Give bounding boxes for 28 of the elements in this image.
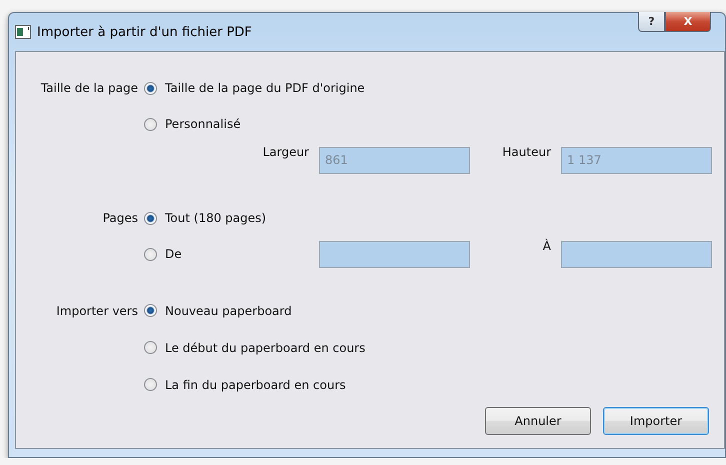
radio-button[interactable] <box>144 82 157 94</box>
help-button[interactable]: ? <box>638 12 665 32</box>
field-label: Hauteur <box>501 145 552 159</box>
radio-option[interactable]: Taille de la page du PDF d'origine <box>144 81 365 95</box>
dialog-button[interactable]: Annuler <box>485 407 591 435</box>
input-field[interactable] <box>319 240 470 268</box>
close-button[interactable]: X <box>665 12 711 32</box>
window-title: Importer à partir d'un fichier PDF <box>37 24 252 40</box>
radio-button[interactable] <box>144 118 157 130</box>
radio-option[interactable]: Personnalisé <box>144 117 241 131</box>
radio-button[interactable] <box>144 212 157 224</box>
radio-option[interactable]: La fin du paperboard en cours <box>144 378 346 392</box>
field-label: Largeur <box>262 145 310 159</box>
section-label: Pages <box>102 211 139 225</box>
radio-option[interactable]: Tout (180 pages) <box>144 211 266 225</box>
dialog-button[interactable]: Importer <box>603 407 709 435</box>
radio-option[interactable]: Le début du paperboard en cours <box>144 340 366 354</box>
field-label: À <box>542 239 552 253</box>
app-icon <box>15 25 31 39</box>
input-field[interactable] <box>561 240 712 268</box>
section-label: Taille de la page <box>40 81 139 95</box>
section-label: Importer vers <box>55 304 139 318</box>
radio-button[interactable] <box>144 248 157 260</box>
radio-option[interactable]: Nouveau paperboard <box>144 304 292 318</box>
radio-button[interactable] <box>144 304 157 317</box>
radio-option[interactable]: De <box>144 247 182 261</box>
radio-button[interactable] <box>144 341 157 354</box>
radio-button[interactable] <box>144 378 157 391</box>
